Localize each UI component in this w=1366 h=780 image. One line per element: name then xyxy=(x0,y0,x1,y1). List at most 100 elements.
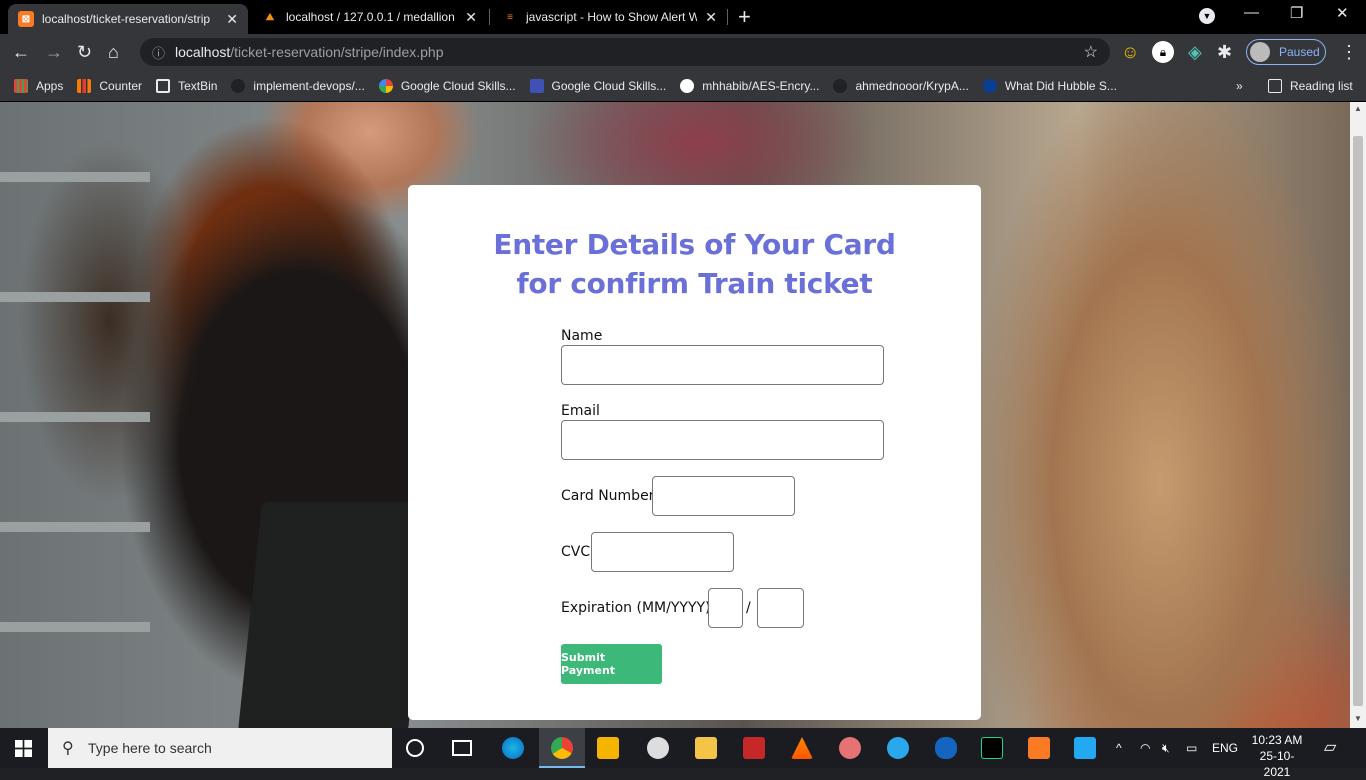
name-label: Name xyxy=(561,328,603,344)
bookmark-counter[interactable]: Counter xyxy=(77,78,142,93)
name-input[interactable] xyxy=(561,345,884,385)
bookmark-implement-devops[interactable]: implement-devops/... xyxy=(231,78,365,93)
bookmark-krypa[interactable]: ahmednooor/KrypA... xyxy=(833,78,969,93)
tab-separator xyxy=(489,9,490,25)
bookmark-textbin[interactable]: TextBin xyxy=(156,78,217,93)
wifi-icon[interactable]: ◠ xyxy=(1140,728,1150,768)
shelf xyxy=(0,172,150,182)
bookmark-hubble[interactable]: What Did Hubble S... xyxy=(982,78,1117,93)
submit-payment-button[interactable]: Submit Payment xyxy=(561,644,662,684)
bookmark-google-cloud-1[interactable]: Google Cloud Skills... xyxy=(378,78,516,93)
page-scrollbar[interactable]: ▲ ▼ xyxy=(1350,102,1366,728)
reading-list-button[interactable]: Reading list xyxy=(1268,78,1353,93)
battery-icon[interactable]: ▭ xyxy=(1186,728,1197,768)
task-view-icon[interactable] xyxy=(452,740,472,756)
bar-chart-icon xyxy=(77,78,92,93)
browser-toolbar: ← → ↻ ⌂ ⓘ localhost/ticket-reservation/s… xyxy=(0,34,1366,70)
xampp-icon[interactable] xyxy=(1028,737,1050,759)
profile-status: Paused xyxy=(1279,45,1320,59)
taskbar-search[interactable]: ⚲ Type here to search xyxy=(48,728,392,768)
reload-icon[interactable]: ↻ xyxy=(77,40,92,64)
profile-button[interactable]: Paused xyxy=(1246,39,1326,65)
tab-separator xyxy=(727,9,728,25)
expiration-month-input[interactable] xyxy=(708,588,743,628)
title-line-1: Enter Details of Your Card xyxy=(493,228,896,261)
tab-phpmyadmin[interactable]: ⛰ localhost / 127.0.0.1 / medallion ✕ xyxy=(252,0,487,34)
close-window-icon[interactable]: ✕ xyxy=(1336,4,1349,22)
tab-title: localhost / 127.0.0.1 / medallion xyxy=(286,10,455,24)
paint-icon[interactable] xyxy=(839,737,861,759)
minimize-icon[interactable]: — xyxy=(1244,4,1259,21)
bookmarks-bar: Apps Counter TextBin implement-devops/..… xyxy=(0,70,1366,102)
github-icon xyxy=(833,78,848,93)
emoji-extension-icon[interactable]: ☺ xyxy=(1121,40,1139,64)
site-info-icon[interactable]: ⓘ xyxy=(152,43,165,62)
home-icon[interactable]: ⌂ xyxy=(108,40,119,64)
qwiklabs-icon xyxy=(529,78,544,93)
google-cloud-icon xyxy=(378,78,393,93)
telegram-icon[interactable] xyxy=(887,737,909,759)
url-path: /ticket-reservation/stripe/index.php xyxy=(230,44,444,60)
scroll-down-icon[interactable]: ▼ xyxy=(1354,714,1362,723)
forward-icon[interactable]: → xyxy=(45,40,63,64)
page-title: Enter Details of Your Card for confirm Tr… xyxy=(408,225,981,303)
lock-extension-icon[interactable]: 🔒︎ xyxy=(1152,41,1174,63)
bookmark-label: implement-devops/... xyxy=(253,78,365,93)
payment-card-form: Enter Details of Your Card for confirm Tr… xyxy=(408,185,981,720)
avatar xyxy=(1250,42,1270,62)
tab-ticket-reservation[interactable]: ⊠ localhost/ticket-reservation/strip ✕ xyxy=(8,4,248,34)
back-icon[interactable]: ← xyxy=(12,40,30,64)
file-explorer-icon[interactable] xyxy=(695,737,717,759)
menu-kebab-icon[interactable]: ⋮ xyxy=(1340,40,1358,64)
volume-muted-icon[interactable]: 🔇︎ xyxy=(1162,728,1170,768)
shelf xyxy=(0,292,150,302)
address-bar[interactable]: ⓘ localhost/ticket-reservation/stripe/in… xyxy=(140,38,1110,66)
cvc-input[interactable] xyxy=(591,532,734,572)
windows-start-icon[interactable] xyxy=(15,740,32,757)
bookmark-label: What Did Hubble S... xyxy=(1004,78,1117,93)
card-number-label: Card Number xyxy=(561,488,655,504)
bluetooth-icon[interactable] xyxy=(935,737,957,759)
pycharm-icon[interactable] xyxy=(981,737,1003,759)
pdf-reader-icon[interactable] xyxy=(743,737,765,759)
bookmark-aes-encry[interactable]: mhhabib/AES-Encry... xyxy=(680,78,819,93)
vlc-icon[interactable] xyxy=(791,737,813,759)
tab-title: localhost/ticket-reservation/strip xyxy=(42,12,211,26)
email-input[interactable] xyxy=(561,420,884,460)
expiration-year-input[interactable] xyxy=(757,588,804,628)
card-number-input[interactable] xyxy=(652,476,795,516)
bookmark-apps[interactable]: Apps xyxy=(14,78,63,93)
tor-icon[interactable] xyxy=(647,737,669,759)
clock[interactable]: 10:23 AM 25-10-2021 xyxy=(1250,732,1304,780)
tab-stackoverflow[interactable]: ≡ javascript - How to Show Alert W ✕ xyxy=(492,0,727,34)
new-tab-icon[interactable]: + xyxy=(738,4,751,30)
tray-chevron-icon[interactable]: ^ xyxy=(1116,728,1122,768)
search-placeholder: Type here to search xyxy=(88,740,212,756)
close-icon[interactable]: ✕ xyxy=(465,9,477,26)
chrome-icon[interactable] xyxy=(551,737,573,759)
close-icon[interactable]: ✕ xyxy=(226,11,238,28)
nasa-icon xyxy=(982,78,997,93)
laptop xyxy=(237,502,433,728)
tab-search-icon[interactable]: ▼ xyxy=(1199,8,1215,24)
shelf xyxy=(0,412,150,422)
bookmark-star-icon[interactable]: ☆ xyxy=(1084,42,1098,62)
cortana-icon[interactable] xyxy=(406,739,424,757)
language-indicator[interactable]: ENG xyxy=(1212,728,1238,768)
close-icon[interactable]: ✕ xyxy=(705,9,717,26)
restore-icon[interactable]: ❐ xyxy=(1290,4,1303,22)
clock-date: 25-10-2021 xyxy=(1259,749,1295,779)
edge-icon[interactable] xyxy=(502,737,524,759)
scrollbar-thumb[interactable] xyxy=(1353,136,1363,706)
scroll-up-icon[interactable]: ▲ xyxy=(1354,104,1362,113)
vscode-icon[interactable] xyxy=(1074,737,1096,759)
extension-icon[interactable]: ◈ xyxy=(1188,40,1202,64)
bookmark-google-cloud-2[interactable]: Google Cloud Skills... xyxy=(529,78,666,93)
bookmark-label: ahmednooor/KrypA... xyxy=(855,78,969,93)
apps-grid-icon xyxy=(14,78,28,93)
notification-icon[interactable]: ▱ xyxy=(1324,728,1336,768)
video-player-icon[interactable] xyxy=(597,737,619,759)
more-bookmarks-icon[interactable]: » xyxy=(1236,79,1243,93)
windows-taskbar: ⚲ Type here to search ^ ◠ 🔇︎ ▭ ENG 10:23… xyxy=(0,728,1366,779)
extensions-puzzle-icon[interactable]: ✱ xyxy=(1217,40,1232,64)
